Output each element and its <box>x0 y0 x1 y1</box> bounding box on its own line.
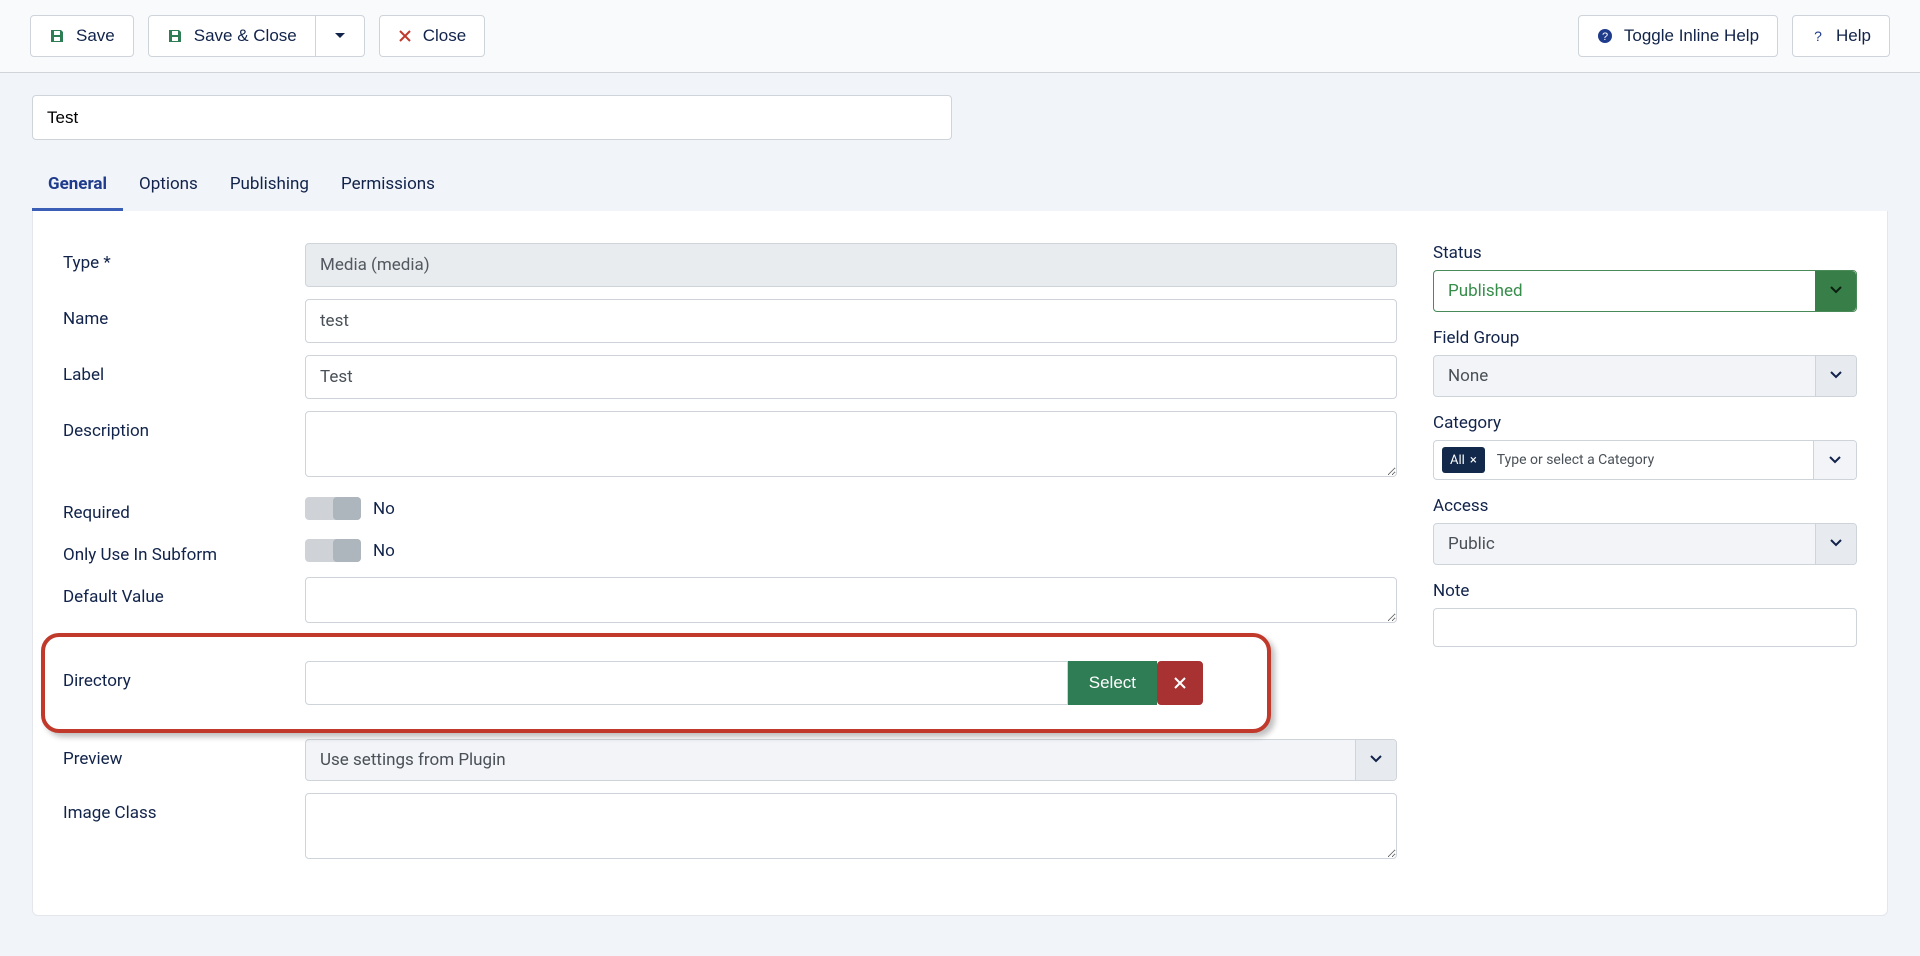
label-image-class: Image Class <box>63 793 305 823</box>
type-value: Media (media) <box>305 243 1397 287</box>
chevron-down-icon <box>1830 284 1842 296</box>
directory-input[interactable] <box>305 661 1068 705</box>
question-icon: ? <box>1811 29 1825 43</box>
row-description: Description <box>63 411 1397 481</box>
svg-text:?: ? <box>1602 31 1608 43</box>
row-required: Required No <box>63 493 1397 523</box>
subform-value: No <box>373 541 395 561</box>
status-value: Published <box>1448 281 1523 301</box>
directory-select-button[interactable]: Select <box>1068 661 1157 705</box>
group-access: Access Public <box>1433 496 1857 565</box>
chevron-down-icon <box>1830 369 1842 381</box>
tabs: General Options Publishing Permissions <box>0 158 1920 211</box>
required-toggle[interactable] <box>305 497 361 520</box>
question-circle-icon: ? <box>1597 28 1613 44</box>
close-label: Close <box>423 26 466 46</box>
tab-general[interactable]: General <box>32 158 123 211</box>
label-default: Default Value <box>63 577 305 607</box>
label-access: Access <box>1433 496 1857 516</box>
group-status: Status Published <box>1433 243 1857 312</box>
title-input[interactable] <box>32 95 952 140</box>
label-directory: Directory <box>63 661 305 691</box>
access-value: Public <box>1448 534 1495 554</box>
required-value: No <box>373 499 395 519</box>
row-name: Name <box>63 299 1397 343</box>
row-image-class: Image Class <box>63 793 1397 863</box>
note-input[interactable] <box>1433 608 1857 647</box>
row-label: Label <box>63 355 1397 399</box>
save-close-group: Save & Close <box>148 15 365 57</box>
chevron-down-icon <box>1370 753 1382 765</box>
chevron-down-icon <box>1830 537 1842 549</box>
save-icon <box>49 28 65 44</box>
row-directory: Directory Select <box>63 639 1397 727</box>
category-chip-label: All <box>1450 453 1465 468</box>
close-button[interactable]: Close <box>379 15 485 57</box>
row-default: Default Value <box>63 577 1397 627</box>
name-input[interactable] <box>305 299 1397 343</box>
description-textarea[interactable] <box>305 411 1397 477</box>
label-category: Category <box>1433 413 1857 433</box>
tab-publishing[interactable]: Publishing <box>214 158 325 211</box>
label-input[interactable] <box>305 355 1397 399</box>
title-row <box>0 73 1920 158</box>
group-note: Note <box>1433 581 1857 647</box>
svg-text:?: ? <box>1814 29 1822 43</box>
label-note: Note <box>1433 581 1857 601</box>
label-status: Status <box>1433 243 1857 263</box>
category-select[interactable]: All × Type or select a Category <box>1433 440 1857 480</box>
tab-options[interactable]: Options <box>123 158 214 211</box>
category-chip[interactable]: All × <box>1442 447 1485 473</box>
chevron-down-icon <box>334 30 346 42</box>
toggle-help-label: Toggle Inline Help <box>1624 26 1759 46</box>
close-icon: × <box>1470 453 1477 468</box>
category-dropdown-toggle[interactable] <box>1813 441 1856 479</box>
chevron-down-icon <box>1829 454 1841 466</box>
form-card: Type * Media (media) Name Label Descript… <box>32 211 1888 916</box>
label-field-group: Field Group <box>1433 328 1857 348</box>
label-description: Description <box>63 411 305 441</box>
save-close-button[interactable]: Save & Close <box>148 15 316 57</box>
category-placeholder: Type or select a Category <box>1485 441 1813 479</box>
label-name: Name <box>63 299 305 329</box>
help-button[interactable]: ? Help <box>1792 15 1890 57</box>
group-category: Category All × Type or select a Category <box>1433 413 1857 480</box>
close-icon <box>1174 677 1186 689</box>
group-field-group: Field Group None <box>1433 328 1857 397</box>
save-close-label: Save & Close <box>194 26 297 46</box>
label-subform: Only Use In Subform <box>63 535 305 565</box>
save-close-dropdown-toggle[interactable] <box>316 15 365 57</box>
main-column: Type * Media (media) Name Label Descript… <box>63 243 1397 875</box>
directory-clear-button[interactable] <box>1157 661 1203 705</box>
image-class-textarea[interactable] <box>305 793 1397 859</box>
label-type: Type * <box>63 243 305 273</box>
save-icon <box>167 28 183 44</box>
subform-toggle[interactable] <box>305 539 361 562</box>
toolbar: Save Save & Close Close ? <box>0 0 1920 73</box>
field-group-value: None <box>1448 366 1488 386</box>
label-preview: Preview <box>63 739 305 769</box>
access-select[interactable]: Public <box>1433 523 1857 565</box>
sidebar-column: Status Published Field Group None <box>1433 243 1857 875</box>
field-group-select[interactable]: None <box>1433 355 1857 397</box>
default-textarea[interactable] <box>305 577 1397 623</box>
toggle-inline-help-button[interactable]: ? Toggle Inline Help <box>1578 15 1778 57</box>
status-select[interactable]: Published <box>1433 270 1857 312</box>
label-required: Required <box>63 493 305 523</box>
tab-permissions[interactable]: Permissions <box>325 158 451 211</box>
save-label: Save <box>76 26 115 46</box>
preview-select[interactable]: Use settings from Plugin <box>305 739 1397 781</box>
label-label: Label <box>63 355 305 385</box>
row-subform: Only Use In Subform No <box>63 535 1397 565</box>
help-label: Help <box>1836 26 1871 46</box>
close-icon <box>398 29 412 43</box>
preview-value: Use settings from Plugin <box>320 750 506 770</box>
save-button[interactable]: Save <box>30 15 134 57</box>
row-type: Type * Media (media) <box>63 243 1397 287</box>
row-preview: Preview Use settings from Plugin <box>63 739 1397 781</box>
